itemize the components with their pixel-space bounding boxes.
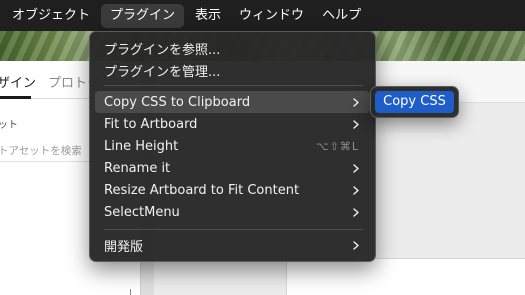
active-tab-indicator <box>0 96 31 99</box>
scrollbar-tick <box>130 289 131 295</box>
submenu-item-copy-css[interactable]: Copy CSS <box>375 91 454 113</box>
plugins-menu: プラグインを参照... プラグインを管理... Copy CSS to Clip… <box>89 31 376 262</box>
menu-item-selectmenu[interactable]: SelectMenu <box>95 201 370 223</box>
menu-item-label: Fit to Artboard <box>104 116 198 132</box>
menubar-item-help[interactable]: ヘルプ <box>313 0 370 31</box>
menu-item-label: Line Height <box>104 138 179 154</box>
menu-item-label: プラグインを管理... <box>104 64 221 80</box>
tab-design[interactable]: ザイン <box>0 72 36 91</box>
menubar-item-object[interactable]: オブジェクト <box>3 0 99 31</box>
chevron-right-icon <box>353 163 359 173</box>
menu-item-line-height[interactable]: Line Height ⌥⇧⌘L <box>95 135 370 157</box>
menu-separator <box>104 229 363 230</box>
chevron-right-icon <box>353 240 359 250</box>
menu-item-resize-artboard[interactable]: Resize Artboard to Fit Content <box>95 179 370 201</box>
artboard[interactable] <box>286 258 525 295</box>
menu-item-browse-plugins[interactable]: プラグインを参照... <box>95 37 370 59</box>
chevron-right-icon <box>353 185 359 195</box>
menubar-item-window[interactable]: ウィンドウ <box>230 0 313 31</box>
menu-item-label: 開発版 <box>104 239 144 255</box>
assets-section-label: ット <box>0 120 18 131</box>
menubar: オブジェクト プラグイン 表示 ウィンドウ ヘルプ <box>0 0 525 31</box>
menu-item-label: プラグインを参照... <box>104 42 221 58</box>
menu-item-rename-it[interactable]: Rename it <box>95 157 370 179</box>
asset-search-input[interactable]: トアセットを検索 <box>0 143 82 158</box>
menu-item-label: SelectMenu <box>104 204 180 220</box>
chevron-right-icon <box>353 207 359 217</box>
menubar-item-plugins[interactable]: プラグイン <box>101 3 185 28</box>
menu-separator <box>104 85 363 86</box>
menu-item-development[interactable]: 開発版 <box>95 234 370 256</box>
menu-item-label: Resize Artboard to Fit Content <box>104 182 300 198</box>
menu-item-manage-plugins[interactable]: プラグインを管理... <box>95 59 370 81</box>
chevron-right-icon <box>353 119 359 129</box>
menu-item-fit-to-artboard[interactable]: Fit to Artboard <box>95 113 370 135</box>
menu-item-copy-css[interactable]: Copy CSS to Clipboard <box>95 91 370 113</box>
chevron-right-icon <box>353 97 359 107</box>
copy-css-submenu: Copy CSS <box>370 86 459 118</box>
menu-item-label: Rename it <box>104 160 171 176</box>
menubar-item-view[interactable]: 表示 <box>186 0 230 31</box>
menu-item-shortcut: ⌥⇧⌘L <box>315 139 359 153</box>
menu-item-label: Copy CSS to Clipboard <box>104 94 251 110</box>
